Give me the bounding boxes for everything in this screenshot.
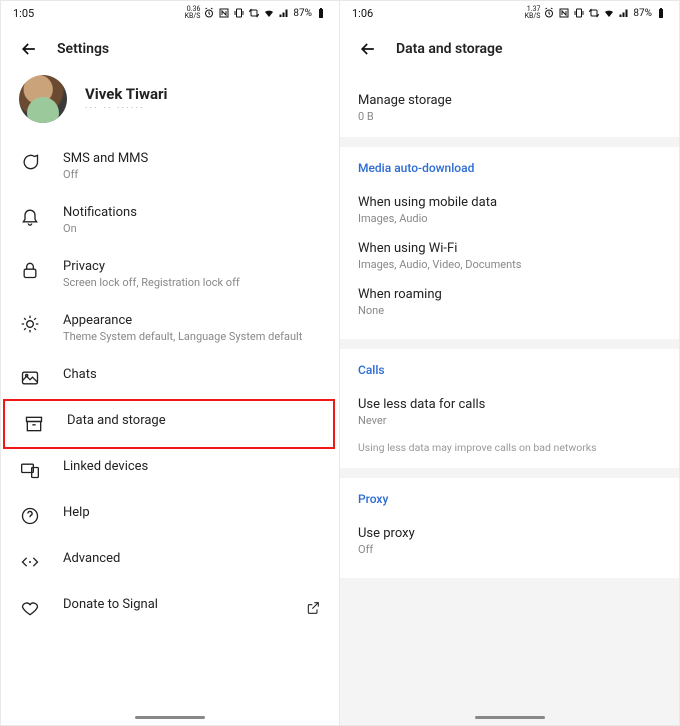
roaming-item[interactable]: When roaming None	[358, 279, 661, 325]
battery-percent: 87%	[293, 8, 312, 19]
settings-list: SMS and MMS Off Notifications On Privacy…	[1, 139, 339, 631]
notifications-item[interactable]: Notifications On	[1, 193, 339, 247]
help-item[interactable]: Help	[1, 493, 339, 539]
vibrate-icon	[233, 7, 245, 19]
sms-item[interactable]: SMS and MMS Off	[1, 139, 339, 193]
help-icon	[19, 505, 41, 527]
media-section: Media auto-download When using mobile da…	[340, 147, 679, 339]
nfc-icon	[558, 7, 570, 19]
mobile-data-item[interactable]: When using mobile data Images, Audio	[358, 187, 661, 233]
home-indicator[interactable]	[135, 716, 205, 719]
header: Data and storage	[340, 25, 679, 75]
privacy-item[interactable]: Privacy Screen lock off, Registration lo…	[1, 247, 339, 301]
image-icon	[19, 367, 41, 389]
settings-screen: 1:05 0.36KB/S 87% Settings Vivek Tiwari …	[0, 0, 340, 726]
profile-row[interactable]: Vivek Tiwari ··· ·· ······	[1, 75, 339, 139]
section-header-proxy: Proxy	[358, 492, 661, 518]
use-proxy-item[interactable]: Use proxy Off	[358, 518, 661, 564]
avatar	[19, 75, 67, 123]
donate-item[interactable]: Donate to Signal	[1, 585, 339, 631]
lock-icon	[19, 259, 41, 281]
status-bar: 1:06 1.37KB/S 87%	[340, 1, 679, 25]
proxy-section: Proxy Use proxy Off	[340, 478, 679, 578]
alarm-icon	[543, 7, 555, 19]
section-header-media: Media auto-download	[358, 161, 661, 187]
chat-icon	[19, 151, 41, 173]
section-header-calls: Calls	[358, 363, 661, 389]
wifi-item[interactable]: When using Wi-Fi Images, Audio, Video, D…	[358, 233, 661, 279]
status-time: 1:05	[13, 7, 34, 20]
manage-storage-item[interactable]: Manage storage 0 B	[340, 75, 679, 137]
less-data-calls-item[interactable]: Use less data for calls Never	[358, 389, 661, 435]
data-storage-item[interactable]: Data and storage	[3, 399, 335, 449]
appearance-item[interactable]: Appearance Theme System default, Languag…	[1, 301, 339, 355]
signal-icon	[278, 7, 290, 19]
archive-icon	[23, 413, 45, 435]
chats-item[interactable]: Chats	[1, 355, 339, 401]
heart-icon	[19, 597, 41, 619]
home-indicator[interactable]	[475, 716, 545, 719]
status-icons: 1.37KB/S 87%	[525, 6, 667, 20]
wifi-icon	[603, 7, 615, 19]
data-storage-screen: 1:06 1.37KB/S 87% Data and storage Manag…	[340, 0, 680, 726]
status-icons: 0.36KB/S 87%	[185, 6, 327, 20]
advanced-item[interactable]: Advanced	[1, 539, 339, 585]
battery-percent: 87%	[633, 8, 652, 19]
sun-icon	[19, 313, 41, 335]
page-title: Data and storage	[396, 41, 503, 57]
status-time: 1:06	[352, 7, 373, 20]
back-button[interactable]	[19, 39, 39, 59]
page-title: Settings	[57, 41, 109, 57]
rotation-icon	[248, 7, 260, 19]
rotation-icon	[588, 7, 600, 19]
bell-icon	[19, 205, 41, 227]
external-link-icon	[305, 600, 321, 616]
linked-devices-item[interactable]: Linked devices	[1, 447, 339, 493]
alarm-icon	[203, 7, 215, 19]
signal-icon	[618, 7, 630, 19]
profile-subtitle: ··· ·· ······	[85, 103, 168, 114]
calls-section: Calls Use less data for calls Never Usin…	[340, 349, 679, 468]
code-icon	[19, 551, 41, 573]
nfc-icon	[218, 7, 230, 19]
calls-hint: Using less data may improve calls on bad…	[358, 441, 661, 454]
back-button[interactable]	[358, 39, 378, 59]
vibrate-icon	[573, 7, 585, 19]
profile-name: Vivek Tiwari	[85, 85, 168, 103]
header: Settings	[1, 25, 339, 75]
battery-icon	[315, 7, 327, 19]
status-bar: 1:05 0.36KB/S 87%	[1, 1, 339, 25]
wifi-icon	[263, 7, 275, 19]
battery-icon	[655, 7, 667, 19]
devices-icon	[19, 459, 41, 481]
